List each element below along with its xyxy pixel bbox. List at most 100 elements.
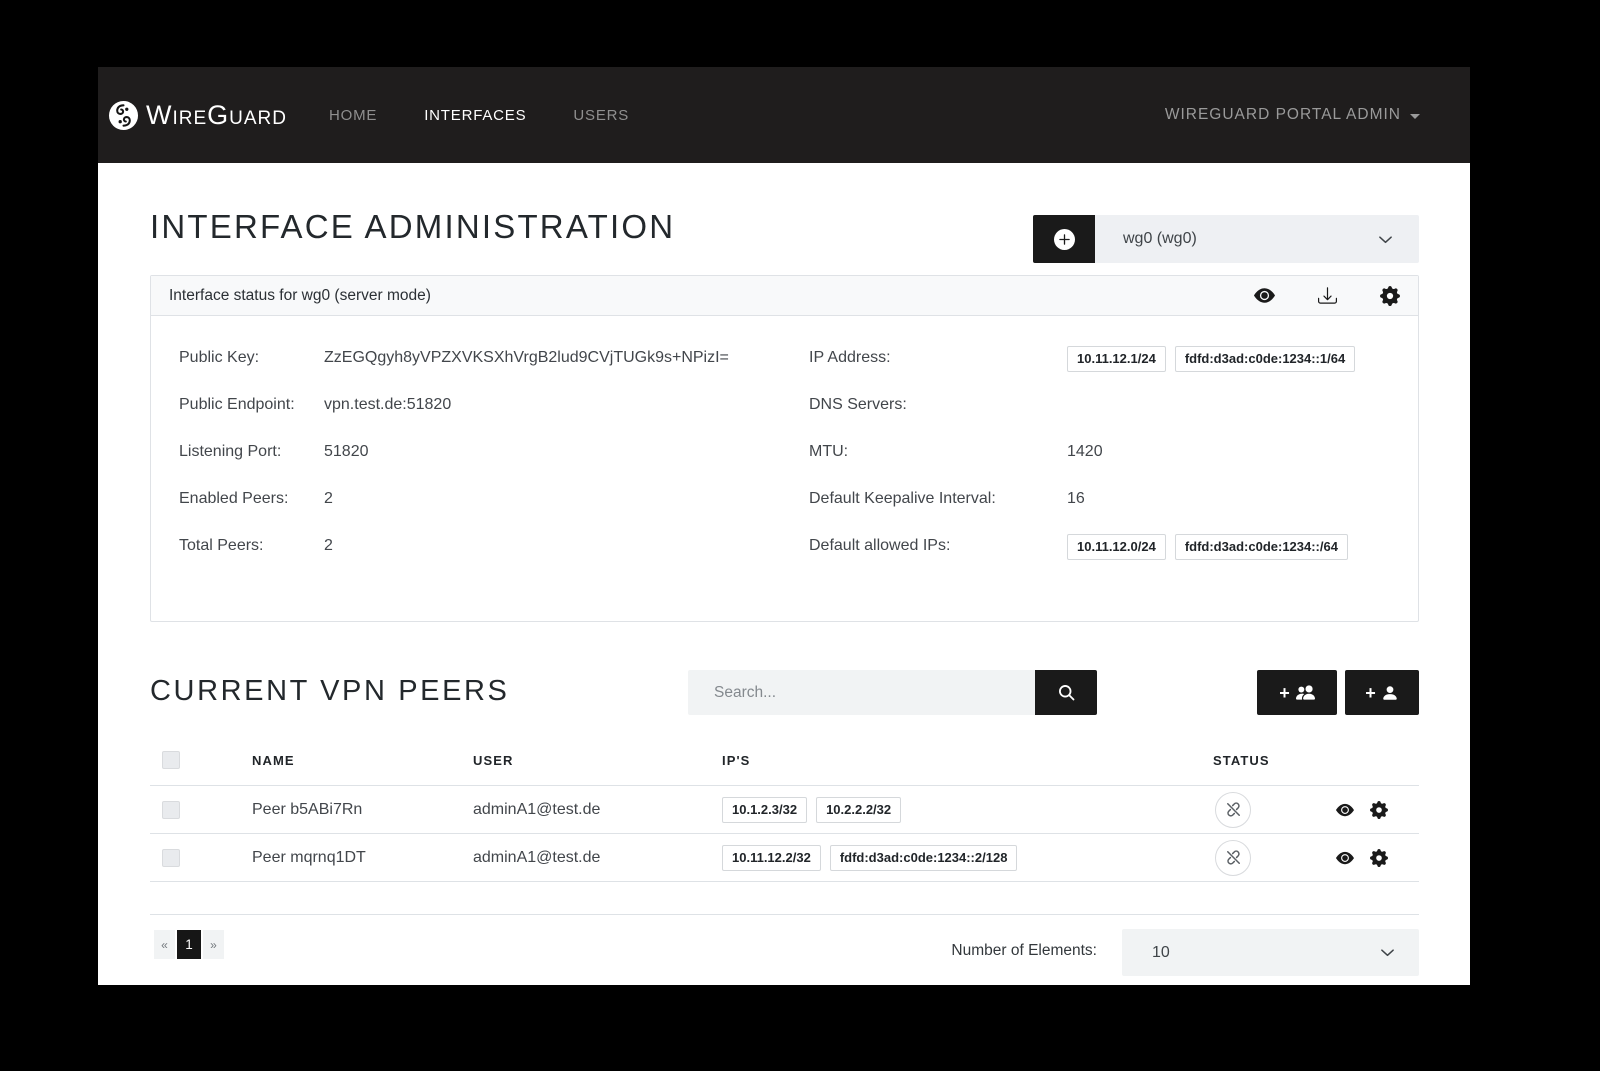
- field-listening-port: Listening Port: 51820: [179, 440, 789, 464]
- plus-circle-icon: [1054, 229, 1075, 250]
- peer-table: NAME USER IP'S STATUS Peer b5ABi7Rn admi…: [150, 735, 1419, 915]
- search-input[interactable]: [688, 670, 1035, 715]
- field-value: 16: [1067, 487, 1394, 511]
- column-header-ips: IP'S: [722, 753, 1213, 768]
- peer-status: [1213, 792, 1313, 828]
- add-interface-button[interactable]: [1033, 215, 1095, 263]
- plus-label: +: [1279, 684, 1290, 702]
- field-dns-servers: DNS Servers:: [809, 393, 1394, 417]
- field-value: vpn.test.de:51820: [324, 393, 789, 417]
- status-left-column: Public Key: ZzEGQgyh8yVPZXVKSXhVrgB2lud9…: [179, 346, 789, 581]
- field-value: 2: [324, 487, 789, 511]
- field-label: MTU:: [809, 440, 1067, 464]
- ip-badge: 10.11.12.0/24: [1067, 534, 1166, 560]
- nav-links: HOME INTERFACES USERS: [329, 107, 629, 124]
- elements-count-select[interactable]: 10: [1122, 929, 1419, 976]
- pagination: « 1 »: [154, 930, 224, 959]
- field-label: Default Keepalive Interval:: [809, 487, 1067, 511]
- status-badge: [1215, 840, 1251, 876]
- nav-link-interfaces[interactable]: INTERFACES: [424, 107, 526, 124]
- wireguard-brand[interactable]: WireGuard: [108, 100, 287, 131]
- card-header: Interface status for wg0 (server mode): [151, 276, 1418, 316]
- status-badge: [1215, 792, 1251, 828]
- table-footer-spacer: [150, 882, 1419, 915]
- row-actions: [1313, 798, 1419, 822]
- status-right-column: IP Address: 10.11.12.1/24 fdfd:d3ad:c0de…: [809, 346, 1394, 581]
- show-config-button[interactable]: [1252, 284, 1276, 308]
- select-all-checkbox[interactable]: [162, 751, 180, 769]
- person-icon: [1381, 684, 1399, 702]
- peer-ips: 10.1.2.3/32 10.2.2.2/32: [722, 797, 1213, 823]
- field-value: 1420: [1067, 440, 1394, 464]
- ip-badge: fdfd:d3ad:c0de:1234::2/128: [830, 845, 1018, 871]
- search-button[interactable]: [1035, 670, 1097, 715]
- peer-name: Peer mqrnq1DT: [252, 849, 473, 867]
- card-actions: [1252, 284, 1402, 308]
- row-checkbox[interactable]: [162, 849, 180, 867]
- chevron-down-icon: [1380, 945, 1395, 960]
- field-enabled-peers: Enabled Peers: 2: [179, 487, 789, 511]
- search-icon: [1058, 684, 1075, 701]
- field-label: Public Endpoint:: [179, 393, 324, 417]
- peer-settings-button[interactable]: [1367, 846, 1391, 870]
- pagination-prev[interactable]: «: [154, 930, 175, 959]
- ip-badges: 10.11.12.0/24 fdfd:d3ad:c0de:1234::/64: [1067, 534, 1394, 560]
- eye-icon: [1336, 849, 1354, 867]
- user-menu-label: WIREGUARD PORTAL ADMIN: [1165, 106, 1401, 124]
- elements-count-label: Number of Elements:: [748, 942, 1097, 960]
- add-multiple-peers-button[interactable]: +: [1257, 670, 1337, 715]
- card-title: Interface status for wg0 (server mode): [169, 287, 431, 305]
- add-peer-button[interactable]: +: [1345, 670, 1419, 715]
- field-mtu: MTU: 1420: [809, 440, 1394, 464]
- column-header-user: USER: [473, 753, 722, 768]
- ip-badge: fdfd:d3ad:c0de:1234::1/64: [1175, 346, 1355, 372]
- interface-settings-button[interactable]: [1378, 284, 1402, 308]
- gear-icon: [1380, 286, 1400, 306]
- field-public-key: Public Key: ZzEGQgyh8yVPZXVKSXhVrgB2lud9…: [179, 346, 789, 370]
- peer-settings-button[interactable]: [1367, 798, 1391, 822]
- peer-status: [1213, 840, 1313, 876]
- people-group-icon: [1296, 683, 1315, 702]
- link-slash-icon: [1225, 801, 1242, 818]
- field-value: 51820: [324, 440, 789, 464]
- elements-count-value: 10: [1152, 944, 1170, 962]
- field-label: Default allowed IPs:: [809, 534, 1067, 560]
- navbar: WireGuard HOME INTERFACES USERS WIREGUAR…: [98, 67, 1470, 163]
- view-peer-button[interactable]: [1333, 846, 1357, 870]
- row-actions: [1313, 846, 1419, 870]
- search-group: [688, 670, 1097, 715]
- field-label: Public Key:: [179, 346, 324, 370]
- field-value: ZzEGQgyh8yVPZXVKSXhVrgB2lud9CVjTUGk9s+NP…: [324, 346, 789, 370]
- ip-badge: 10.2.2.2/32: [816, 797, 901, 823]
- field-label: Total Peers:: [179, 534, 324, 558]
- ip-badge: 10.11.12.1/24: [1067, 346, 1166, 372]
- interface-select[interactable]: wg0 (wg0): [1095, 215, 1419, 263]
- interface-status-card: Interface status for wg0 (server mode): [150, 275, 1419, 622]
- nav-link-users[interactable]: USERS: [573, 107, 629, 124]
- row-checkbox[interactable]: [162, 801, 180, 819]
- pagination-next[interactable]: »: [203, 930, 224, 959]
- brand-text: WireGuard: [146, 100, 287, 131]
- view-peer-button[interactable]: [1333, 798, 1357, 822]
- field-value: [1067, 393, 1394, 417]
- field-label: DNS Servers:: [809, 393, 1067, 417]
- column-header-status: STATUS: [1213, 753, 1313, 768]
- user-menu-dropdown[interactable]: WIREGUARD PORTAL ADMIN: [1165, 106, 1420, 124]
- peer-user: adminA1@test.de: [473, 801, 722, 819]
- nav-link-home[interactable]: HOME: [329, 107, 377, 124]
- download-config-button[interactable]: [1315, 284, 1339, 308]
- field-label: Enabled Peers:: [179, 487, 324, 511]
- field-public-endpoint: Public Endpoint: vpn.test.de:51820: [179, 393, 789, 417]
- pagination-page-1[interactable]: 1: [177, 930, 201, 959]
- field-label: Listening Port:: [179, 440, 324, 464]
- field-label: IP Address:: [809, 346, 1067, 372]
- app-viewport: WireGuard HOME INTERFACES USERS WIREGUAR…: [0, 0, 1600, 1071]
- plus-label: +: [1365, 684, 1376, 702]
- peers-section-title: CURRENT VPN PEERS: [150, 673, 510, 709]
- download-icon: [1318, 286, 1337, 305]
- peer-ips: 10.11.12.2/32 fdfd:d3ad:c0de:1234::2/128: [722, 845, 1213, 871]
- field-keepalive-interval: Default Keepalive Interval: 16: [809, 487, 1394, 511]
- ip-badge: 10.1.2.3/32: [722, 797, 807, 823]
- ip-badge: 10.11.12.2/32: [722, 845, 821, 871]
- table-row: Peer b5ABi7Rn adminA1@test.de 10.1.2.3/3…: [150, 786, 1419, 834]
